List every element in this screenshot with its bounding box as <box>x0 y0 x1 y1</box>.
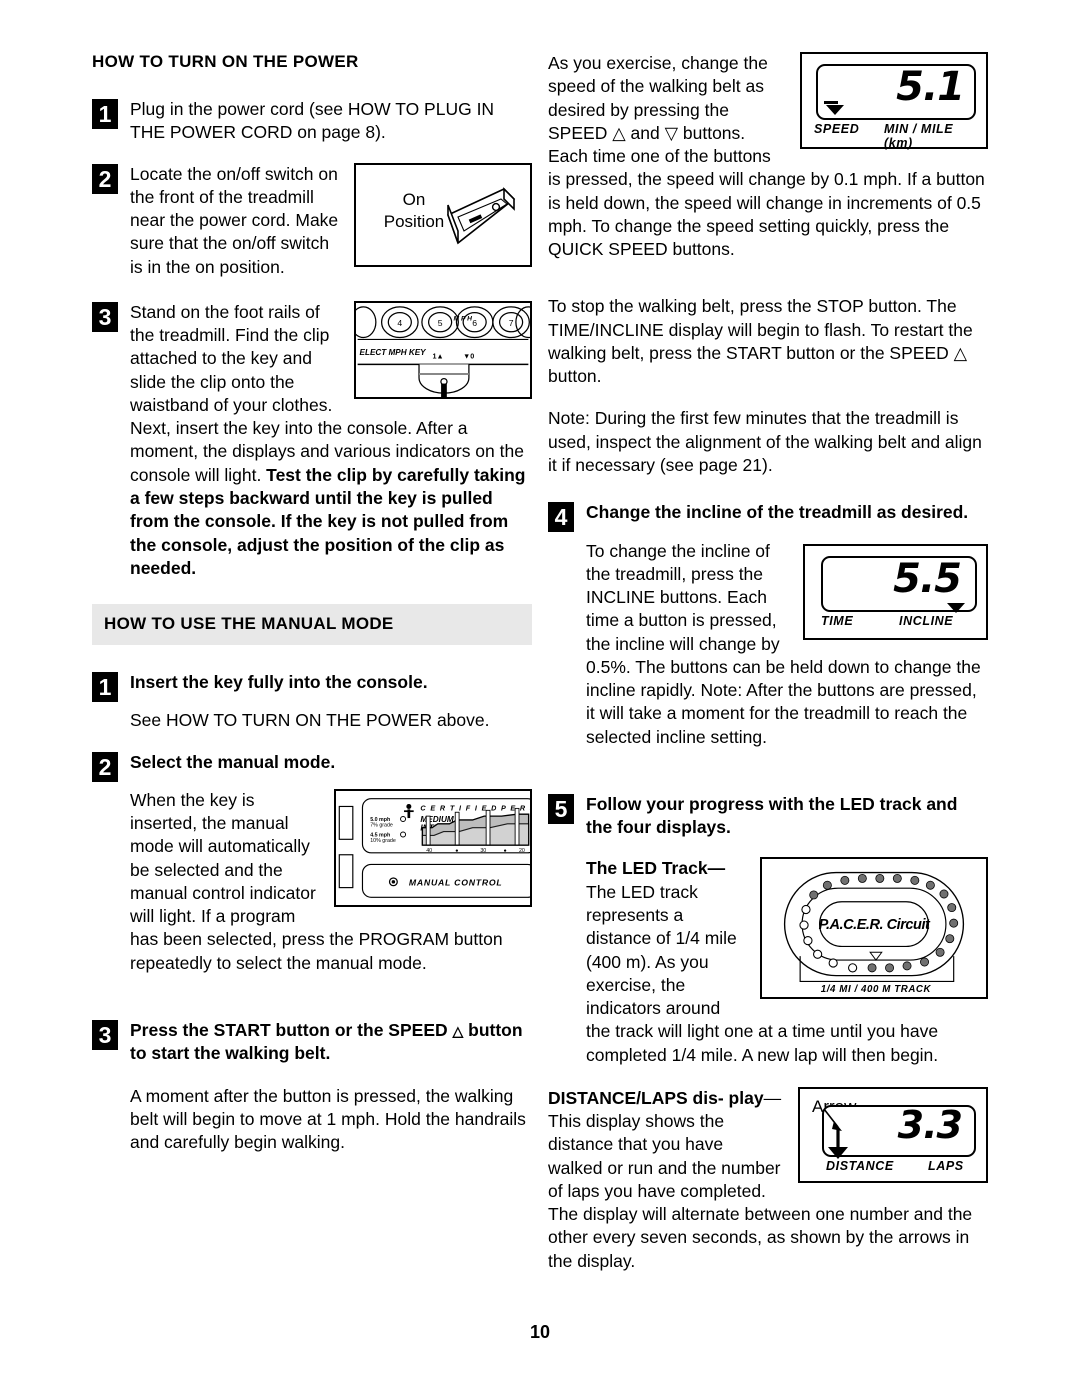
step-heading: Select the manual mode. <box>130 751 336 772</box>
step-power-1: 1 Plug in the power cord (see HOW TO PLU… <box>92 98 532 145</box>
svg-text:MEDIUM: MEDIUM <box>420 815 453 824</box>
step-manual-2: 2 Select the manual mode. C E R T I F I … <box>92 751 532 975</box>
step-number-badge: 2 <box>92 751 118 782</box>
distance-laps-block: Arrow 3.3 DISTANCE LAPS DISTANCE/LAPS di… <box>548 1086 988 1273</box>
svg-text:30: 30 <box>480 848 486 854</box>
step-heading: Change the incline of the treadmill as d… <box>586 502 969 523</box>
page-number: 10 <box>529 1322 551 1342</box>
step-text: A moment after the button is pressed, th… <box>130 1085 526 1153</box>
step-body: Follow your progress with the LED track … <box>548 793 988 840</box>
speed-value: 5.1 <box>896 64 965 110</box>
figure-led-track: P.A.C.E.R. Circuit 1/4 MI / 400 M TRACK <box>760 857 988 1000</box>
distance-arrow-indicator <box>823 1108 848 1159</box>
svg-text:10% grade: 10% grade <box>370 838 396 844</box>
step-number-badge: 4 <box>548 502 574 533</box>
step-body: Plug in the power cord (see HOW TO PLUG … <box>92 98 532 145</box>
triangle-up-icon: △ <box>452 1022 464 1039</box>
svg-text:7: 7 <box>509 318 514 328</box>
pacer-circuit-brand: P.A.C.E.R. Circuit <box>819 917 931 933</box>
section-title-power: HOW TO TURN ON THE POWER <box>92 52 359 71</box>
speed-caption-left: SPEED <box>814 122 860 136</box>
step-power-2: 2 On Position Locate the on/off switch o… <box>92 162 532 279</box>
on-position-label: On Position <box>374 189 454 233</box>
distance-title-part2: play <box>728 1087 764 1108</box>
step-heading: Insert the key fully into the console. <box>130 672 428 693</box>
step-4-incline: 4 Change the incline of the treadmill as… <box>548 501 988 749</box>
step-number-badge: 2 <box>92 163 118 194</box>
led-track-title: The LED Track— <box>586 858 726 879</box>
stop-paragraph: To stop the walking belt, press the STOP… <box>548 296 973 387</box>
svg-text:20: 20 <box>519 848 525 854</box>
figure-speed-display: 5.1 SPEED MIN / MILE (km) <box>800 52 988 150</box>
step-body: Press the START button or the SPEED △ bu… <box>92 1019 532 1154</box>
console-key-illustration: 4 5 6 7 M P H ELECT MPH KEY 1▲ ▼0 <box>356 306 530 397</box>
svg-text:6: 6 <box>472 318 477 328</box>
step-text: See HOW TO TURN ON THE POWER above. <box>130 710 490 731</box>
incline-value: 5.5 <box>893 555 962 602</box>
on-position-label-line2: Position <box>383 211 445 231</box>
step-body: Insert the key fully into the console. S… <box>92 671 532 733</box>
left-column: HOW TO TURN ON THE POWER 1 Plug in the p… <box>92 52 532 1172</box>
step-power-3: 3 4 5 6 7 M P H ELECT MPH KEY 1▲ ▼0 Stan… <box>92 300 532 580</box>
step-manual-3: 3 Press the START button or the SPEED △ … <box>92 1019 532 1154</box>
svg-text:●: ● <box>455 848 458 854</box>
step-heading: Press the START button or the SPEED △ bu… <box>130 1019 532 1066</box>
speed-arrow-indicator <box>826 105 844 115</box>
led-track-illustration: P.A.C.E.R. Circuit 1/4 MI / 400 M TRACK <box>783 872 965 996</box>
incline-caption-left: TIME <box>821 613 854 628</box>
step-text: Plug in the power cord (see HOW TO PLUG … <box>130 99 495 143</box>
svg-text:7% grade: 7% grade <box>370 823 393 829</box>
incline-caption-right: INCLINE <box>899 613 954 628</box>
step-heading: Follow your progress with the LED track … <box>586 793 988 840</box>
step-body: On Position Locate the on/off switch on … <box>92 162 532 279</box>
step-number-badge: 3 <box>92 301 118 332</box>
svg-text:M P H: M P H <box>454 315 473 322</box>
led-track-block: P.A.C.E.R. Circuit 1/4 MI / 400 M TRACK … <box>548 857 988 1066</box>
step-number-badge: 1 <box>92 99 118 129</box>
step-heading-line2: the four displays. <box>586 817 731 838</box>
speed-caption-right: MIN / MILE (km) <box>884 122 954 150</box>
power-switch-icon <box>447 186 516 244</box>
step-body: 4 5 6 7 M P H ELECT MPH KEY 1▲ ▼0 Stand … <box>92 300 532 580</box>
step-body: Change the incline of the treadmill as d… <box>548 501 988 749</box>
svg-text:1▲: 1▲ <box>432 351 443 360</box>
certified-text: C E R T I F I E D P E R S O N A L <box>420 803 530 812</box>
distance-title-part1: DISTANCE/LAPS dis- <box>548 1087 724 1108</box>
figure-console-key: 4 5 6 7 M P H ELECT MPH KEY 1▲ ▼0 <box>354 300 532 399</box>
note-paragraph: Note: During the first few minutes that … <box>548 408 982 475</box>
svg-text:ELECT MPH KEY: ELECT MPH KEY <box>360 348 428 357</box>
step-5-led-track: 5 Follow your progress with the LED trac… <box>548 793 988 840</box>
svg-text:●: ● <box>504 848 507 854</box>
distance-caption-right: LAPS <box>928 1158 964 1173</box>
speed-lcd-panel: 5.1 <box>816 64 976 120</box>
step-body: Select the manual mode. C E R T I F I E … <box>92 751 532 975</box>
distance-value: 3.3 <box>897 1102 963 1147</box>
step-manual-1: 1 Insert the key fully into the console.… <box>92 671 532 733</box>
svg-text:4: 4 <box>397 318 402 328</box>
right-column: 5.1 SPEED MIN / MILE (km) As you exercis… <box>548 52 988 1273</box>
incline-arrow-indicator <box>947 602 965 613</box>
step-heading-line1: Follow your progress with the LED track … <box>586 793 958 814</box>
figure-on-position: On Position <box>354 162 532 267</box>
svg-text:▼0: ▼0 <box>463 351 474 360</box>
program-panel-illustration: C E R T I F I E D P E R S O N A L MEDIUM… <box>338 797 530 898</box>
figure-distance-display: Arrow 3.3 DISTANCE LAPS <box>798 1086 988 1183</box>
manual-page: HOW TO TURN ON THE POWER 1 Plug in the p… <box>0 0 1080 1397</box>
led-track-caption: 1/4 MI / 400 M TRACK <box>821 985 932 996</box>
step-number-badge: 1 <box>92 672 118 703</box>
step-number-badge: 3 <box>92 1019 118 1050</box>
incline-lcd-panel: 5.5 <box>821 555 977 613</box>
step-heading-part1: Press the START button or the SPEED <box>130 1019 453 1040</box>
on-position-label-line1: On <box>402 189 426 209</box>
figure-program-panel: C E R T I F I E D P E R S O N A L MEDIUM… <box>334 788 532 907</box>
manual-control-text: MANUAL CONTROL <box>409 878 503 888</box>
svg-text:5: 5 <box>438 318 443 328</box>
step-number-badge: 5 <box>548 793 574 824</box>
figure-incline-display: 5.5 TIME INCLINE <box>803 543 988 640</box>
svg-text:40: 40 <box>426 848 432 854</box>
section-band-manual-mode: HOW TO USE THE MANUAL MODE <box>92 604 532 646</box>
distance-caption-left: DISTANCE <box>826 1158 894 1173</box>
